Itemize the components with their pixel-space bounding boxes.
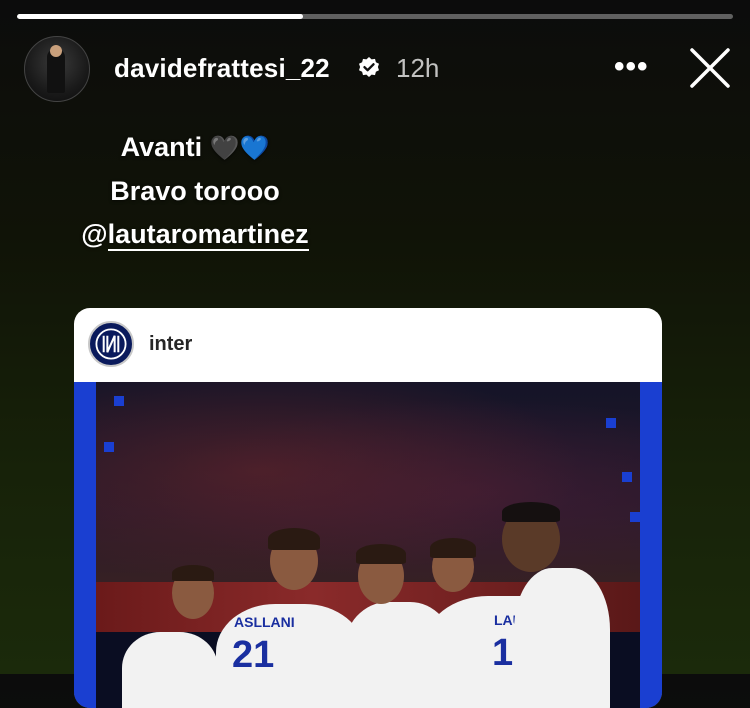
pixel-decoration	[622, 472, 632, 482]
player-asllani-hair	[268, 528, 320, 550]
pixel-decoration	[104, 442, 114, 452]
player-back-hair	[430, 538, 476, 558]
story-progress-bar	[17, 14, 733, 19]
username[interactable]: davidefrattesi_22	[114, 53, 330, 84]
player-center-hair	[356, 544, 406, 564]
caption-line-2: Bravo torooo	[110, 176, 280, 206]
player-left	[122, 632, 218, 708]
verified-badge-icon	[359, 57, 379, 77]
player-right-hair	[502, 502, 560, 522]
post-time: 12h	[396, 53, 440, 83]
pixel-decoration	[630, 512, 640, 522]
player-right	[514, 568, 610, 708]
frame-right-bar	[640, 382, 662, 708]
story-caption: Avanti 🖤💙 Bravo torooo @lautaromartinez	[40, 126, 350, 256]
close-icon[interactable]	[688, 46, 732, 90]
mention-link[interactable]: lautaromartinez	[107, 219, 309, 251]
pixel-decoration	[114, 396, 124, 406]
jersey-name-asllani: ASLLANI	[234, 614, 295, 630]
more-options-button[interactable]: •••	[614, 50, 649, 84]
pixel-decoration	[606, 418, 616, 428]
shared-post-account[interactable]: inter	[149, 333, 192, 356]
story-progress-fill	[17, 14, 304, 19]
frame-left-bar	[74, 382, 96, 708]
shared-post-header: inter	[74, 308, 662, 382]
avatar[interactable]	[24, 36, 90, 102]
caption-line-3: @lautaromartinez	[40, 213, 350, 256]
player-left-hair	[172, 565, 214, 581]
heart-emojis: 🖤💙	[209, 135, 270, 162]
jersey-number-21: 21	[232, 634, 275, 676]
story-header: davidefrattesi_22 12h •••	[24, 36, 734, 102]
shared-post-photo: ASLLANI 21 LAUTARO 10	[74, 382, 662, 708]
caption-avanti: Avanti	[120, 132, 203, 162]
mention-at-sign: @	[81, 219, 108, 249]
avatar-head	[50, 45, 62, 57]
caption-line-1: Avanti 🖤💙	[40, 126, 350, 170]
shared-post-card[interactable]: inter ASLLANI 21 LAUTARO 10	[74, 308, 662, 708]
inter-logo-icon	[88, 321, 134, 367]
